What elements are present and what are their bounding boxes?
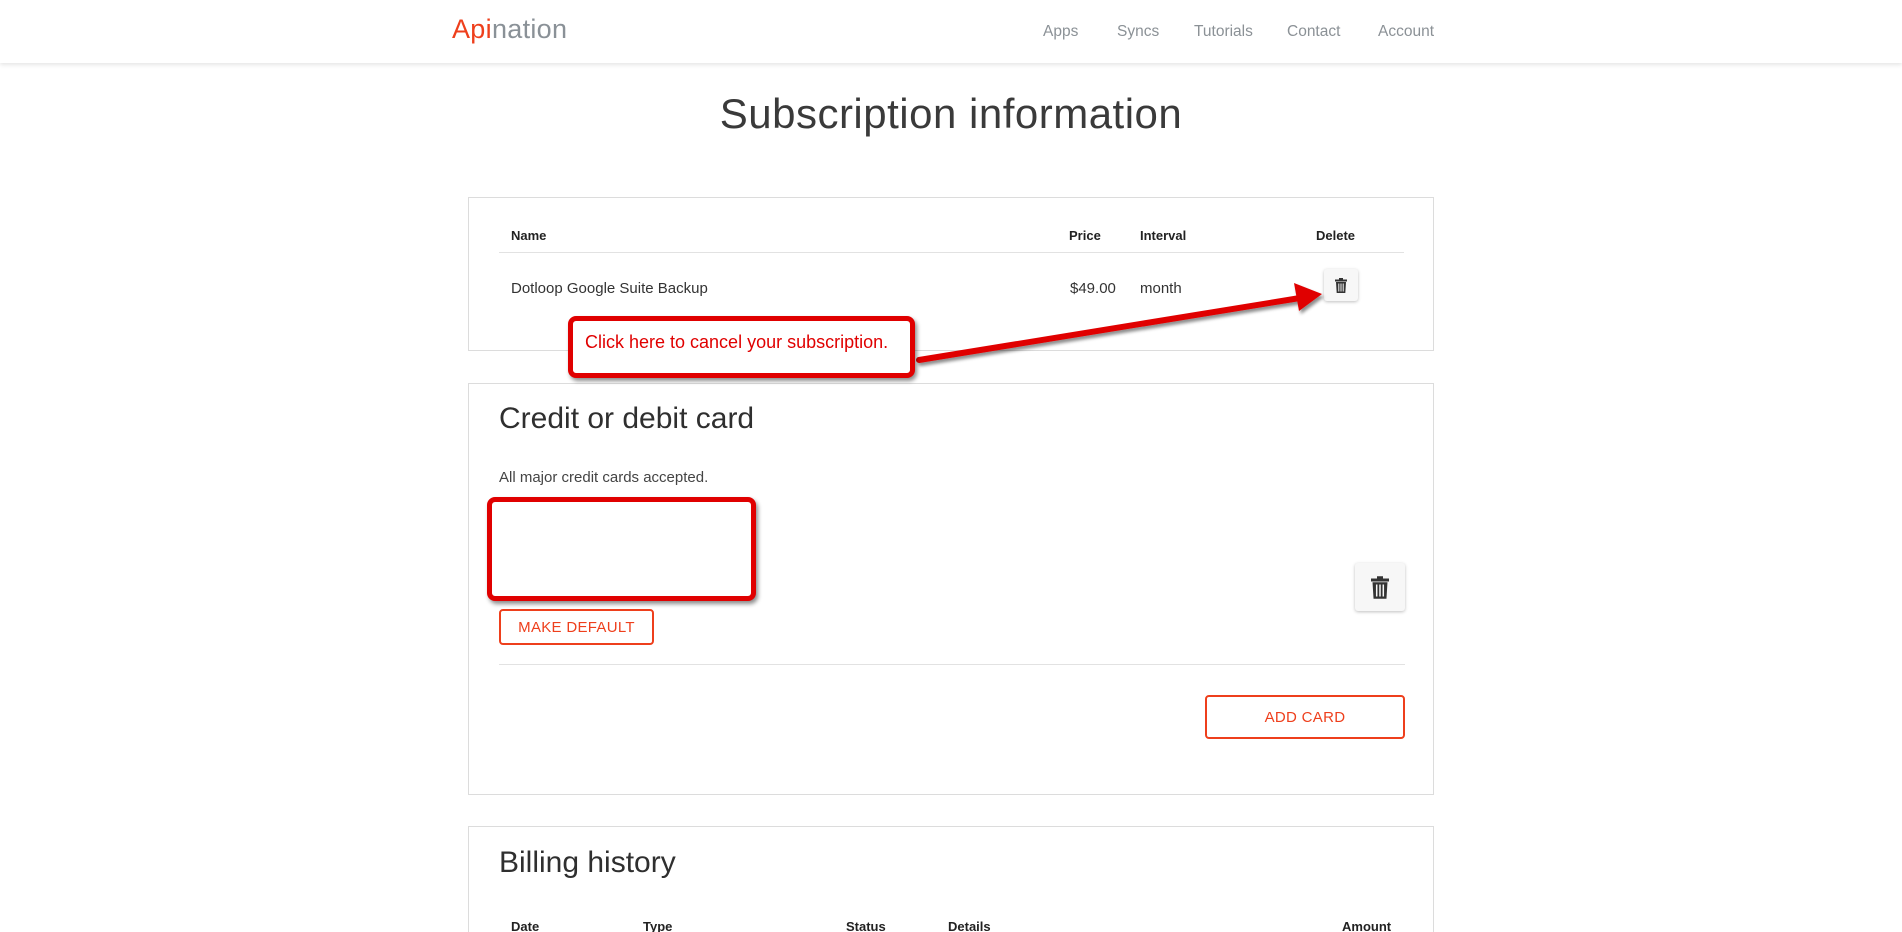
nav-link-contact[interactable]: Contact <box>1287 20 1340 44</box>
nav-link-account[interactable]: Account <box>1378 20 1434 44</box>
annotation-callout-text: Click here to cancel your subscription. <box>585 332 889 352</box>
annotation-arrow <box>916 283 1322 363</box>
nav-links: Apps Syncs Tutorials Contact Account <box>0 20 1902 44</box>
nav-link-apps[interactable]: Apps <box>1043 20 1078 44</box>
annotation-callout: Click here to cancel your subscription. <box>568 316 915 378</box>
annotation-redaction-box <box>487 497 756 601</box>
top-navbar: Apination Apps Syncs Tutorials Contact A… <box>0 0 1902 63</box>
nav-link-tutorials[interactable]: Tutorials <box>1194 20 1253 44</box>
nav-link-syncs[interactable]: Syncs <box>1117 20 1159 44</box>
